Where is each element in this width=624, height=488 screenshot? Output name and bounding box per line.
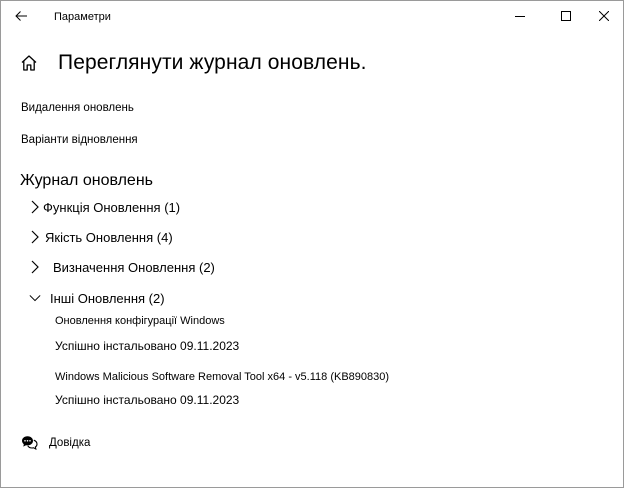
- definition-updates-group[interactable]: Визначення Оновлення (2): [29, 257, 215, 277]
- update-history-heading: Журнал оновлень: [20, 172, 153, 189]
- chevron-right-icon: [29, 260, 41, 274]
- update-item-name: Оновлення конфігурації Windows: [55, 315, 225, 327]
- maximize-icon: [561, 11, 571, 21]
- page-title: Переглянути журнал оновлень.: [58, 51, 367, 74]
- minimize-button[interactable]: [497, 1, 543, 31]
- close-icon: [599, 11, 609, 21]
- help-link[interactable]: Довідка: [21, 435, 90, 450]
- help-label: Довідка: [49, 436, 91, 449]
- group-label: Якість Оновлення (4): [45, 229, 173, 245]
- title-bar: Параметри: [1, 1, 623, 32]
- window-title: Параметри: [54, 11, 111, 23]
- back-arrow-icon: [15, 11, 27, 21]
- chevron-right-icon: [29, 200, 41, 214]
- other-updates-group[interactable]: Інші Оновлення (2): [29, 288, 165, 308]
- settings-window: Параметри Переглянути журнал оновлень. В…: [0, 0, 624, 488]
- recovery-options-link[interactable]: Варіанти відновлення: [21, 134, 138, 146]
- uninstall-updates-link[interactable]: Видалення оновлень: [21, 102, 134, 114]
- update-item-name: Windows Malicious Software Removal Tool …: [55, 371, 390, 383]
- group-label: Функція Оновлення (1): [43, 199, 181, 215]
- close-button[interactable]: [581, 1, 624, 31]
- chevron-down-icon: [29, 291, 41, 305]
- minimize-icon: [515, 16, 525, 17]
- help-chat-icon: [22, 436, 38, 450]
- chevron-right-icon: [29, 230, 41, 244]
- group-label: Інші Оновлення (2): [50, 290, 165, 306]
- group-label: Визначення Оновлення (2): [53, 259, 215, 275]
- back-button[interactable]: [7, 3, 35, 29]
- update-item-status: Успішно інстальовано 09.11.2023: [55, 339, 240, 353]
- quality-updates-group[interactable]: Якість Оновлення (4): [29, 227, 173, 247]
- home-icon[interactable]: [20, 54, 38, 72]
- feature-updates-group[interactable]: Функція Оновлення (1): [29, 197, 180, 217]
- update-item-status: Успішно інстальовано 09.11.2023: [55, 393, 240, 407]
